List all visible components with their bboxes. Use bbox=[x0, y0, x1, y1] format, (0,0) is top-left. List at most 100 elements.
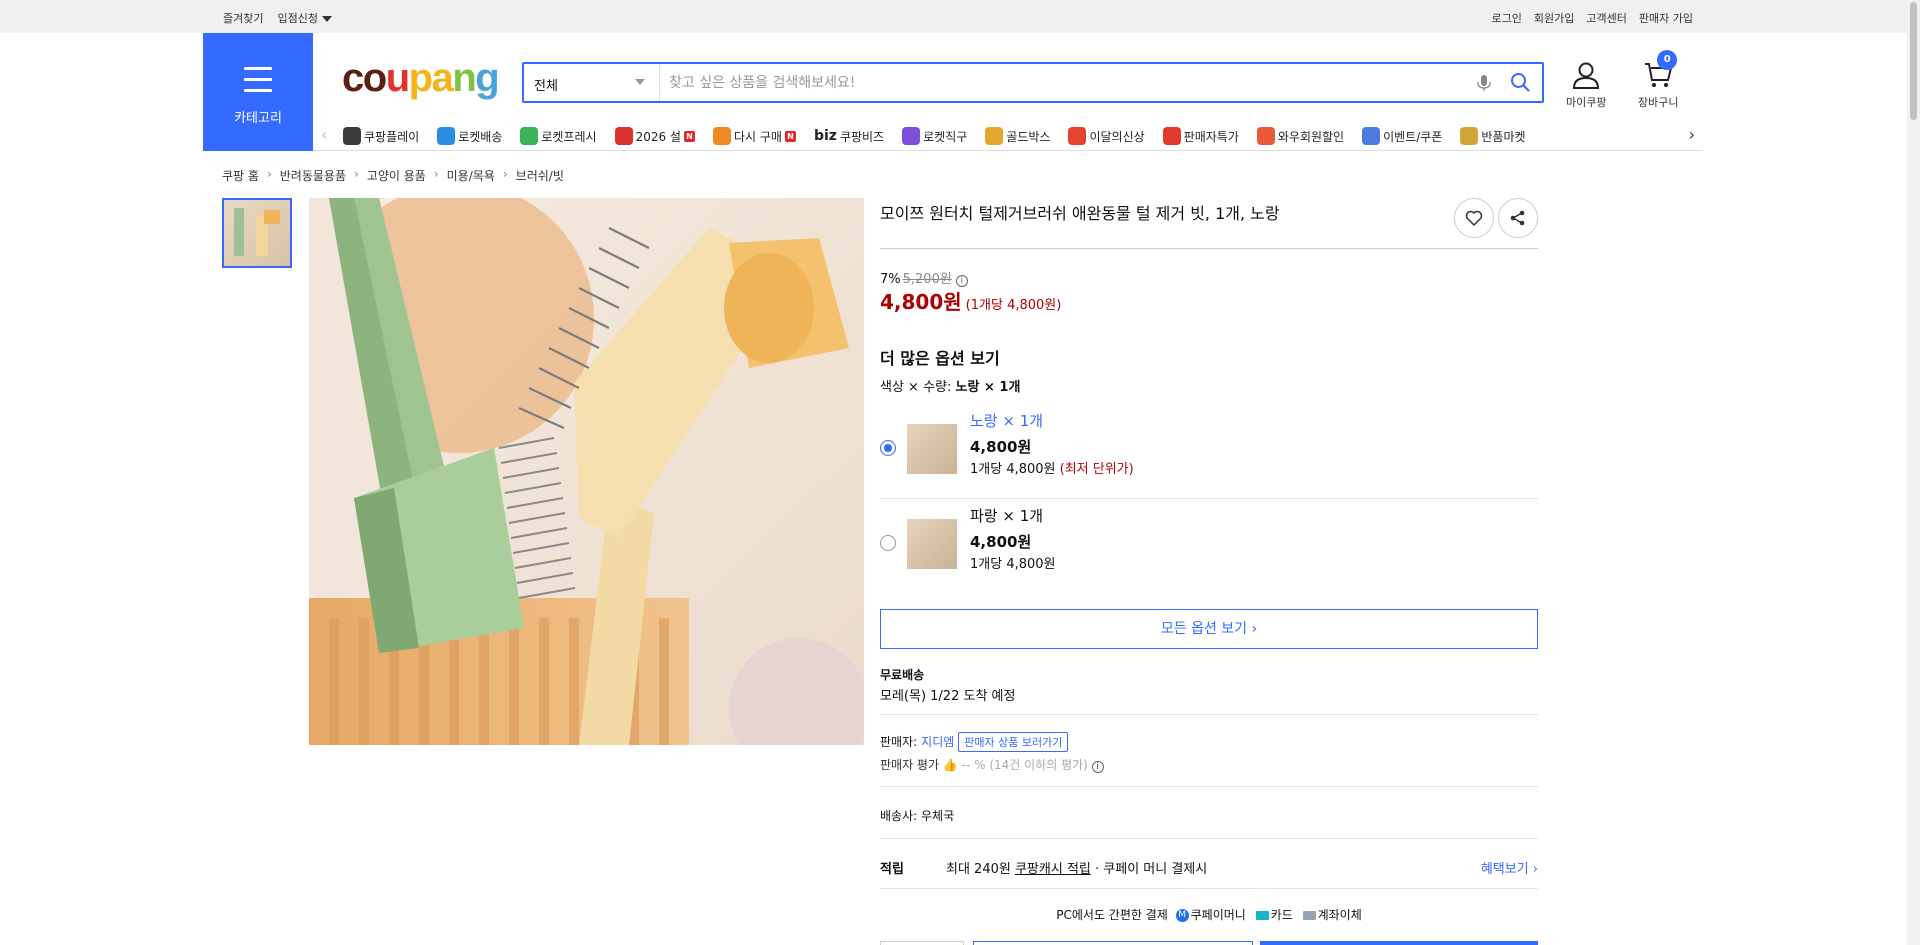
category-label: 카테고리 bbox=[234, 111, 282, 126]
option-summary: 색상 × 수량: 노랑 × 1개 bbox=[880, 376, 1020, 395]
page-scrollbar[interactable] bbox=[1907, 0, 1920, 945]
nav-item[interactable]: 2026 설N bbox=[614, 121, 695, 151]
nav-item[interactable]: 골드박스 bbox=[985, 121, 1050, 151]
nav-item-icon bbox=[1460, 127, 1479, 145]
chevron-left-icon[interactable]: ‹ bbox=[321, 125, 327, 144]
option-image bbox=[907, 519, 957, 569]
quantity-box[interactable] bbox=[880, 941, 964, 945]
original-price: 5,200원 bbox=[902, 272, 952, 287]
benefits-link[interactable]: 혜택보기 › bbox=[1481, 858, 1538, 877]
option-price: 4,800원 bbox=[970, 438, 1032, 456]
nav-item[interactable]: 로켓배송 bbox=[437, 121, 502, 151]
nav-item-label: 로켓직구 bbox=[923, 129, 968, 144]
nav-item-label: 다시 구매 bbox=[733, 129, 782, 144]
nav-item-icon bbox=[712, 127, 731, 145]
option-item[interactable]: 노랑 × 1개 4,800원 1개당 4,800원 (최저 단위가) bbox=[880, 406, 1538, 501]
view-all-options-button[interactable]: 모든 옵션 보기 › bbox=[880, 609, 1538, 649]
scrollbar-thumb[interactable] bbox=[1910, 2, 1917, 120]
nav-item[interactable]: 쿠팡플레이 bbox=[343, 121, 419, 151]
nav-item[interactable]: 와우회원할인 bbox=[1256, 121, 1344, 151]
more-options-title: 더 많은 옵션 보기 bbox=[880, 349, 1000, 368]
microphone-icon[interactable] bbox=[1476, 74, 1492, 92]
breadcrumb-item[interactable]: 반려동물용품 bbox=[280, 167, 346, 184]
option-radio[interactable] bbox=[880, 535, 896, 551]
card-icon bbox=[1255, 911, 1269, 920]
product-main-image bbox=[309, 198, 864, 745]
breadcrumb-item[interactable]: 고양이 용품 bbox=[367, 167, 426, 184]
info-icon[interactable]: i bbox=[1091, 761, 1104, 773]
nav-item-label: 로켓배송 bbox=[458, 129, 503, 144]
breadcrumb-item[interactable]: 브러쉬/빗 bbox=[516, 167, 564, 184]
nav-item-icon bbox=[902, 127, 921, 145]
mycoupang-button[interactable]: 마이쿠팡 bbox=[1566, 60, 1606, 110]
seller-signup-link[interactable]: 판매자 가입 bbox=[1639, 10, 1693, 26]
buy-now-button[interactable] bbox=[1260, 941, 1538, 945]
cart-button[interactable]: 0 장바구니 bbox=[1638, 50, 1678, 110]
nav-item-icon bbox=[1256, 127, 1275, 145]
search-bar: 전체 bbox=[522, 62, 1544, 103]
nav-item[interactable]: 로켓직구 bbox=[902, 121, 967, 151]
option-name: 노랑 × 1개 bbox=[970, 412, 1044, 430]
seller-name-link[interactable]: 지디엠 bbox=[921, 735, 954, 749]
nav-item[interactable]: 로켓프레시 bbox=[520, 121, 597, 151]
purchase-buttons-partial bbox=[880, 941, 1538, 945]
wishlist-button[interactable] bbox=[1454, 198, 1494, 238]
store-apply-link[interactable]: 입점신청 bbox=[277, 10, 332, 26]
coupay-money-label: 쿠페이머니 bbox=[1190, 908, 1246, 922]
option-unit-price: 1개당 4,800원 bbox=[970, 557, 1056, 572]
coupang-logo[interactable]: coupang bbox=[342, 56, 500, 101]
option-item[interactable]: 파랑 × 1개 4,800원 1개당 4,800원 bbox=[880, 501, 1538, 596]
sale-price: 4,800원 bbox=[880, 290, 962, 314]
discount-rate: 7% bbox=[880, 272, 901, 287]
chevron-right-icon: › bbox=[266, 167, 272, 181]
product-thumbnail[interactable] bbox=[222, 198, 292, 268]
bookmark-link[interactable]: 즐겨찾기 bbox=[223, 10, 263, 26]
free-shipping-label: 무료배송 bbox=[880, 668, 925, 682]
breadcrumb-item[interactable]: 쿠팡 홈 bbox=[222, 167, 259, 184]
coupang-cash-link[interactable]: 쿠팡캐시 적립 bbox=[1015, 862, 1091, 877]
reward-detail: 최대 240원 쿠팡캐시 적립 · 쿠페이 머니 결제시 bbox=[946, 858, 1207, 877]
nav-item[interactable]: 이달의신상 bbox=[1068, 121, 1145, 151]
nav-item[interactable]: biz 쿠팡비즈 bbox=[814, 121, 884, 151]
easy-pay-title: PC에서도 간편한 결제 bbox=[1056, 908, 1168, 922]
nav-item[interactable]: 이벤트/쿠폰 bbox=[1362, 121, 1442, 151]
nav-item[interactable]: 다시 구매 N bbox=[712, 121, 796, 151]
lowest-unit-badge: (최저 단위가) bbox=[1059, 462, 1134, 477]
unit-price: (1개당 4,800원) bbox=[965, 298, 1062, 313]
option-radio[interactable] bbox=[880, 440, 896, 456]
courier-label: 배송사: bbox=[880, 809, 918, 823]
search-category-select[interactable]: 전체 bbox=[524, 64, 660, 101]
share-button[interactable] bbox=[1498, 198, 1538, 238]
seller-row: 판매자: 지디엠 판매자 상품 보러가기 bbox=[880, 732, 1069, 752]
nav-item-icon bbox=[1068, 127, 1087, 145]
new-badge: N bbox=[784, 130, 796, 142]
search-icon[interactable] bbox=[1510, 72, 1530, 92]
product-title: 모이쯔 원터치 털제거브러쉬 애완동물 털 제거 빗, 1개, 노랑 bbox=[880, 204, 1280, 223]
delivery-estimate: 모레(목) 1/22 도착 예정 bbox=[880, 689, 1016, 704]
search-input[interactable] bbox=[669, 70, 1469, 95]
nav-item-label: 로켓프레시 bbox=[541, 129, 597, 144]
thumbs-up-icon: 👍 bbox=[942, 758, 958, 772]
add-to-cart-button[interactable] bbox=[973, 941, 1253, 945]
divider bbox=[880, 838, 1538, 839]
nav-item-label: 이달의신상 bbox=[1089, 129, 1145, 144]
seller-products-button[interactable]: 판매자 상품 보러가기 bbox=[958, 732, 1069, 752]
seller-rating-row: 판매자 평가 👍 -- % (14건 이하의 평가) i bbox=[880, 756, 1104, 773]
nav-item[interactable]: 판매자특가 bbox=[1162, 121, 1239, 151]
nav-item-label: 쿠팡플레이 bbox=[364, 129, 420, 144]
nav-item-prefix: biz bbox=[813, 128, 837, 144]
signup-link[interactable]: 회원가입 bbox=[1534, 10, 1574, 26]
category-menu-button[interactable]: 카테고리 bbox=[203, 33, 313, 151]
login-link[interactable]: 로그인 bbox=[1492, 10, 1522, 26]
nav-item[interactable]: 반품마켓 bbox=[1460, 121, 1526, 151]
customer-center-link[interactable]: 고객센터 bbox=[1586, 10, 1626, 26]
coupay-money-icon: M bbox=[1175, 909, 1189, 922]
option-selected-value: 노랑 × 1개 bbox=[955, 380, 1021, 395]
bank-transfer-label: 계좌이체 bbox=[1317, 908, 1362, 922]
breadcrumb-item[interactable]: 미용/목욕 bbox=[447, 167, 495, 184]
cart-count-badge: 0 bbox=[1657, 50, 1678, 70]
sale-price-row: 4,800원 (1개당 4,800원) bbox=[880, 286, 1061, 315]
top-utility-bar: 즐겨찾기 입점신청 로그인 회원가입 고객센터 판매자 가입 bbox=[0, 0, 1907, 33]
chevron-right-icon[interactable]: › bbox=[1689, 125, 1695, 144]
nav-item-icon bbox=[985, 127, 1004, 145]
